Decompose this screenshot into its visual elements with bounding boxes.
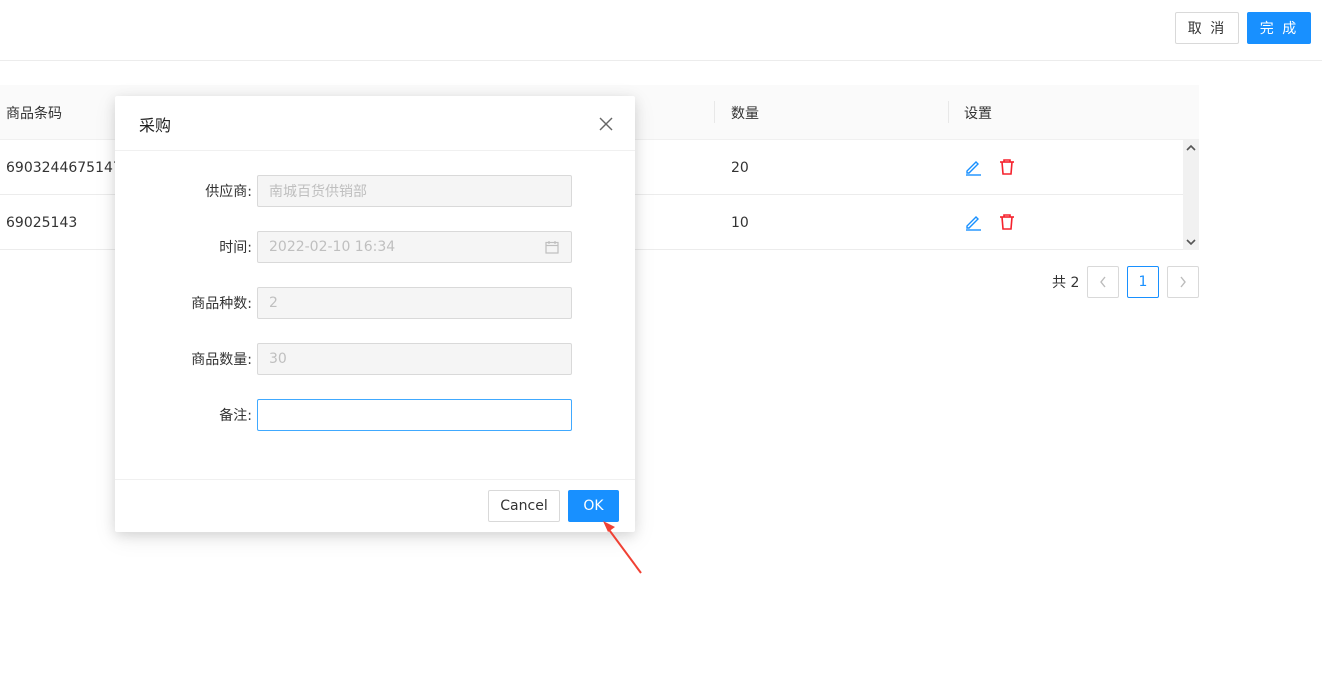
column-divider (714, 101, 715, 123)
pagination-total: 共 2 (1052, 275, 1080, 291)
modal-header: 采购 (115, 96, 635, 151)
done-button[interactable]: 完 成 (1247, 12, 1311, 44)
next-page-button[interactable] (1167, 266, 1199, 298)
supplier-label: 供应商: (205, 184, 252, 200)
edit-icon[interactable] (963, 212, 983, 232)
column-divider (948, 101, 949, 123)
page-1-button[interactable]: 1 (1127, 266, 1159, 298)
column-header-settings: 设置 (964, 105, 992, 122)
cancel-top-button[interactable]: 取 消 (1175, 12, 1239, 44)
remark-label: 备注: (219, 408, 252, 424)
delete-icon[interactable] (997, 212, 1017, 232)
column-header-barcode: 商品条码 (6, 105, 62, 122)
cancel-button[interactable]: Cancel (488, 490, 560, 522)
close-icon[interactable] (595, 113, 617, 135)
delete-icon[interactable] (997, 157, 1017, 177)
edit-icon[interactable] (963, 157, 983, 177)
kinds-field: 2 (257, 287, 572, 319)
supplier-field: 南城百货供销部 (257, 175, 572, 207)
count-label: 商品数量: (191, 352, 252, 368)
time-value: 2022-02-10 16:34 (269, 239, 396, 255)
column-header-quantity: 数量 (731, 105, 759, 122)
top-toolbar: 取 消 完 成 (0, 0, 1322, 61)
time-label: 时间: (219, 240, 252, 256)
barcode-cell: 6903244675147 (6, 159, 122, 176)
scroll-down-icon[interactable] (1183, 234, 1199, 250)
table-scrollbar[interactable] (1183, 140, 1199, 250)
barcode-cell: 69025143 (6, 214, 78, 231)
kinds-label: 商品种数: (191, 296, 252, 312)
annotation-arrow-icon (603, 521, 642, 574)
modal-footer: Cancel OK (115, 479, 635, 532)
modal-title: 采购 (139, 115, 172, 135)
chevron-left-icon (1100, 276, 1106, 288)
quantity-cell: 20 (731, 159, 749, 176)
chevron-right-icon (1180, 276, 1186, 288)
prev-page-button[interactable] (1087, 266, 1119, 298)
time-field: 2022-02-10 16:34 (257, 231, 572, 263)
quantity-cell: 10 (731, 214, 749, 231)
count-field: 30 (257, 343, 572, 375)
purchase-modal: 采购 供应商: 南城百货供销部 时间: 2022-02-10 16:34 商品种… (115, 96, 635, 532)
scroll-up-icon[interactable] (1183, 140, 1199, 156)
remark-input[interactable] (257, 399, 572, 431)
calendar-icon (545, 241, 559, 254)
